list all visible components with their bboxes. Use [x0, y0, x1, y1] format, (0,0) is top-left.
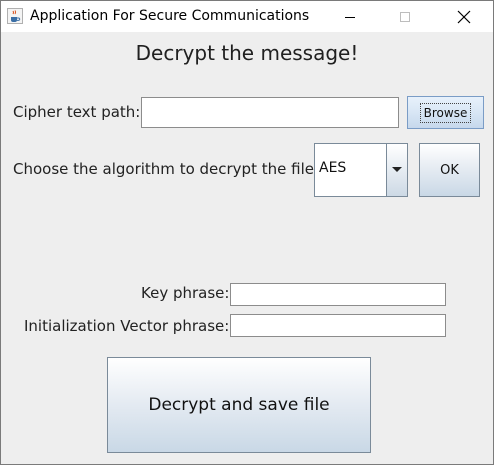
algorithm-select[interactable]: AES: [314, 143, 408, 197]
key-phrase-label: Key phrase:: [141, 284, 230, 302]
maximize-button[interactable]: [382, 1, 428, 32]
title-bar[interactable]: Application For Secure Communications: [1, 1, 493, 32]
browse-button-label: Browse: [419, 102, 472, 123]
key-phrase-input[interactable]: [230, 283, 446, 306]
close-icon: [457, 10, 471, 23]
iv-phrase-label: Initialization Vector phrase:: [24, 317, 230, 335]
browse-button[interactable]: Browse: [407, 96, 484, 129]
chevron-down-icon: [392, 167, 402, 172]
iv-phrase-input[interactable]: [230, 314, 446, 337]
dropdown-arrow-button[interactable]: [386, 144, 407, 196]
ok-button[interactable]: OK: [419, 143, 480, 197]
minimize-icon: [345, 16, 355, 18]
algorithm-label: Choose the algorithm to decrypt the file…: [13, 160, 320, 178]
cipher-path-label: Cipher text path:: [13, 103, 141, 121]
close-button[interactable]: [441, 1, 487, 32]
java-cup-icon: [7, 8, 23, 24]
algorithm-selected-value: AES: [319, 160, 347, 176]
window-title: Application For Secure Communications: [30, 8, 310, 24]
app-window: Application For Secure Communications De…: [0, 0, 494, 465]
decrypt-and-save-button[interactable]: Decrypt and save file: [107, 357, 371, 453]
page-title: Decrypt the message!: [135, 41, 359, 65]
maximize-icon: [400, 11, 410, 22]
minimize-button[interactable]: [327, 1, 373, 32]
cipher-path-input[interactable]: [141, 97, 399, 128]
